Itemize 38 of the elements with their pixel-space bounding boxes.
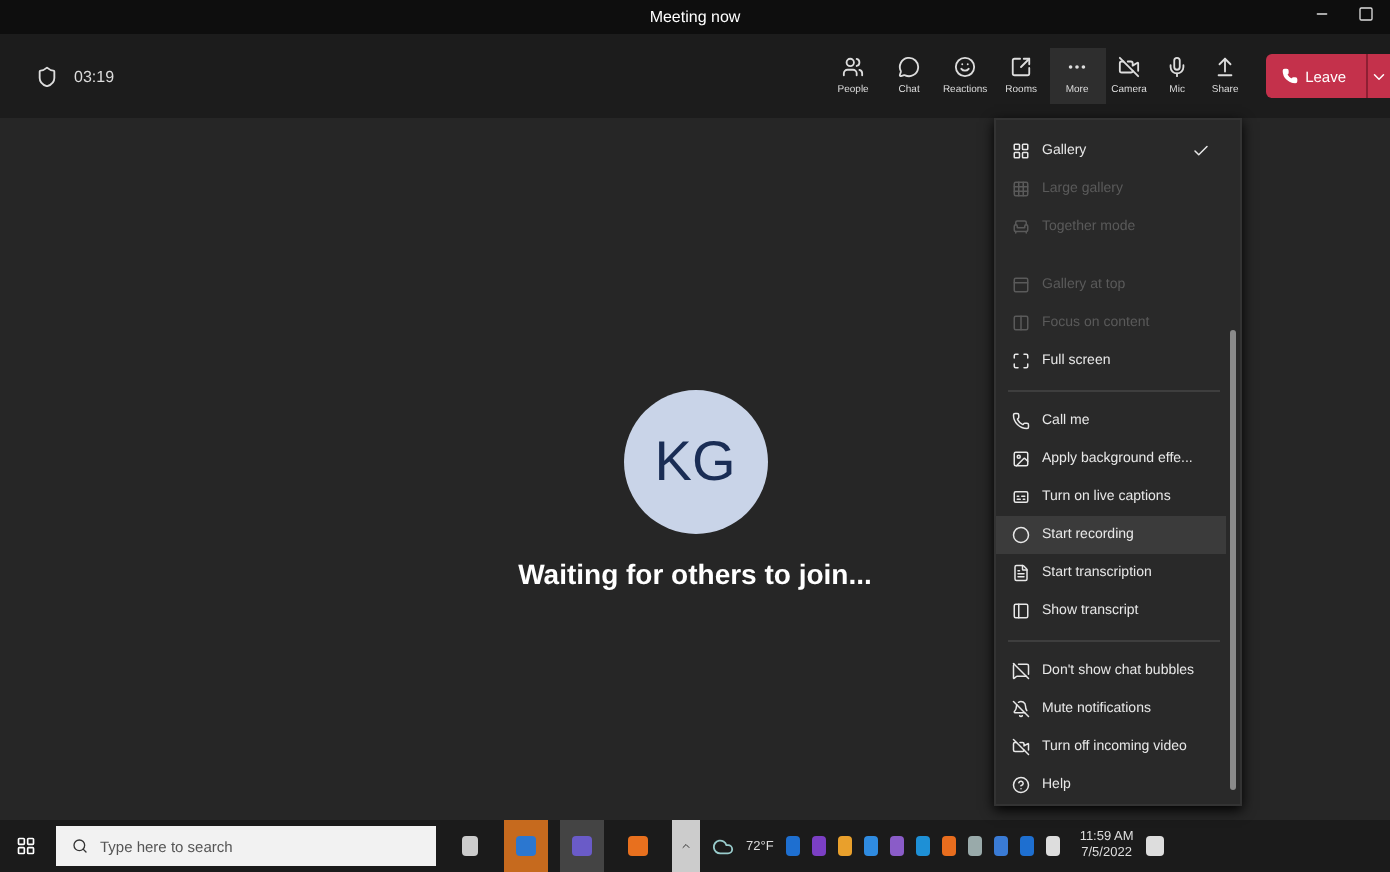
phone-icon (1012, 411, 1030, 430)
chair-icon (1012, 218, 1030, 237)
leave-options-button[interactable] (1366, 54, 1390, 98)
maximize-icon[interactable] (1358, 6, 1374, 22)
help-icon (1012, 775, 1030, 794)
scrollbar[interactable] (1230, 330, 1236, 790)
task-view-icon[interactable] (462, 836, 478, 856)
phone-icon (1281, 68, 1298, 84)
grid-icon (1012, 180, 1030, 199)
waiting-message: Waiting for others to join... (518, 557, 872, 589)
share-icon (1214, 56, 1237, 78)
video-off-icon (1012, 737, 1030, 756)
panel-icon (1012, 601, 1030, 620)
columns-icon (1012, 313, 1030, 332)
chat-icon (898, 56, 921, 78)
grid-icon (1012, 142, 1030, 160)
search-icon (72, 838, 88, 854)
chat-off-icon (1012, 661, 1030, 680)
people-icon (842, 56, 865, 78)
document-icon (1012, 563, 1030, 582)
camera-off-icon (1118, 56, 1141, 78)
bell-off-icon (1012, 699, 1030, 718)
shield-icon (36, 65, 58, 87)
window-title: Meeting now (649, 8, 741, 26)
fullscreen-icon (1012, 351, 1030, 370)
notification-icon[interactable] (1145, 836, 1164, 856)
smiley-icon (954, 56, 977, 78)
avatar-initials: KG (654, 429, 736, 493)
meeting-timer: 03:19 (74, 67, 115, 85)
record-icon (1012, 525, 1030, 544)
panel-icon (1012, 275, 1030, 294)
start-icon[interactable] (16, 836, 36, 856)
microphone-icon (1166, 56, 1189, 78)
rooms-icon (1010, 56, 1033, 78)
image-icon (1012, 449, 1030, 468)
cloud-icon (712, 835, 734, 857)
captions-icon (1012, 487, 1030, 506)
caret-icon[interactable] (680, 840, 692, 852)
